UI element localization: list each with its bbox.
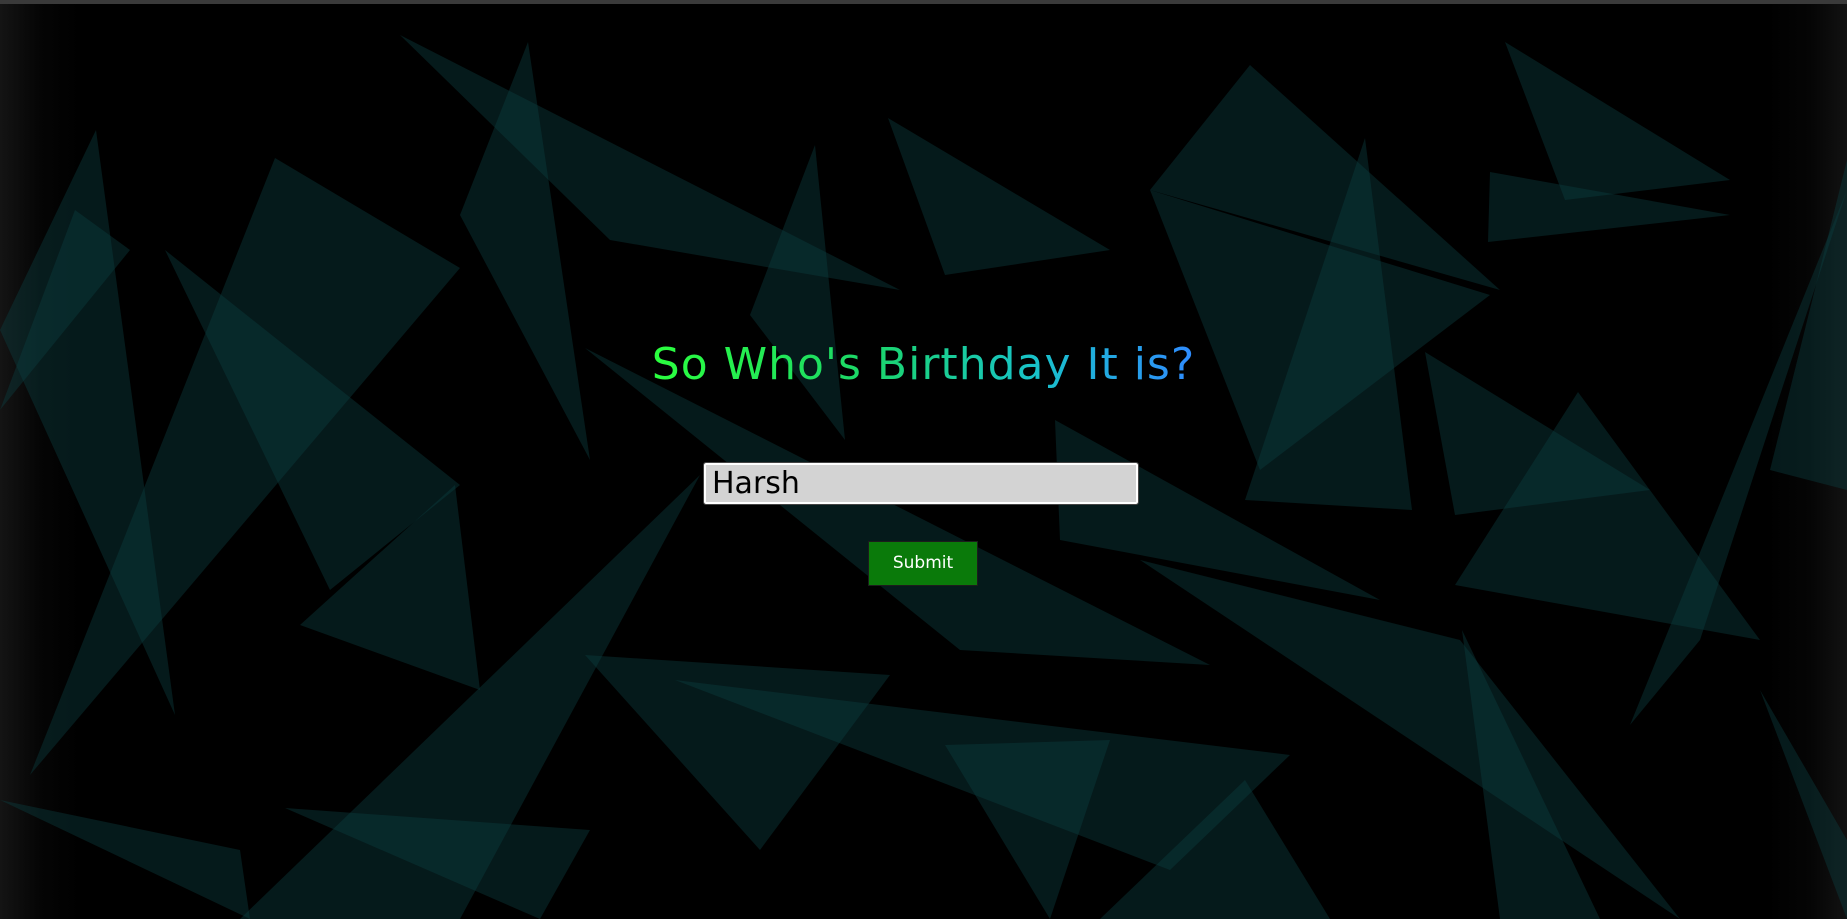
page-title-text: So Who's Birthday It is?: [651, 339, 1196, 390]
submit-button[interactable]: Submit: [868, 541, 978, 586]
page-title: So Who's Birthday It is?: [0, 335, 1847, 395]
content: So Who's Birthday It is? Harsh Submit: [0, 0, 1847, 919]
birthday-page: So Who's Birthday It is? Harsh Submit: [0, 0, 1847, 919]
name-input[interactable]: Harsh: [703, 462, 1139, 505]
